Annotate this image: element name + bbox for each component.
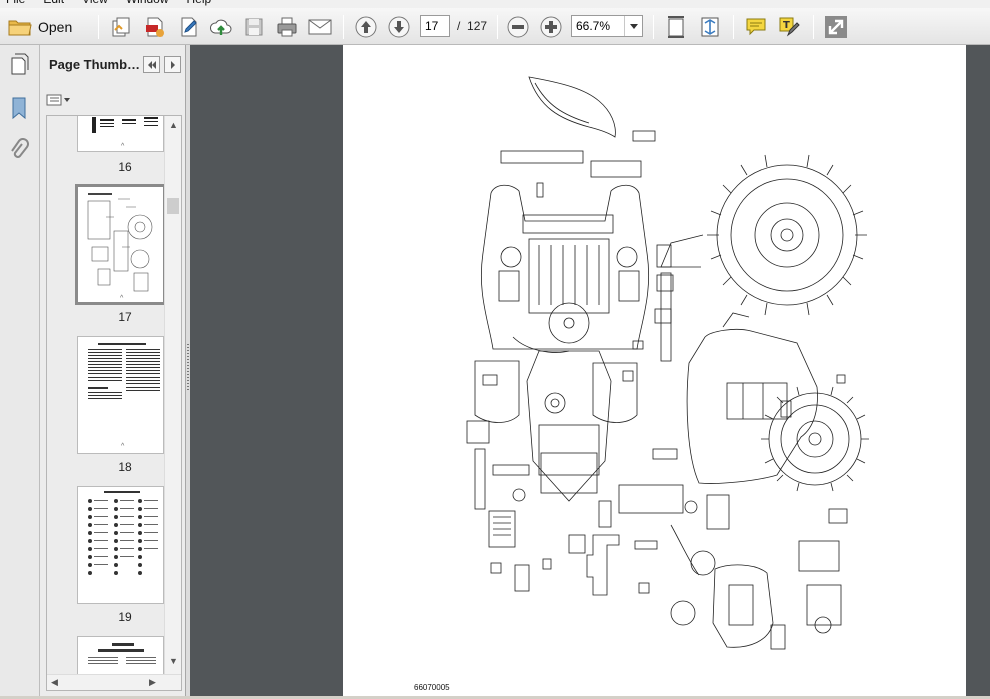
highlight-button[interactable]: T [775,13,803,41]
thumbnail-label: 19 [118,610,132,624]
chevron-right-icon[interactable]: ▶ [149,677,156,688]
navigation-rail [0,45,40,696]
chevron-down-icon[interactable]: ▼ [169,656,178,666]
chevron-up-icon: ^ [120,295,124,302]
toolbar-separator [343,15,344,39]
menubar: File Edit View Window Help [0,0,990,8]
tractor-decal-diagram [466,76,869,650]
options-list-icon [46,94,70,106]
zoom-in-button[interactable] [537,13,565,41]
panel-header: Page Thumbna... [40,45,186,85]
pages-icon [11,53,29,75]
fit-width-button[interactable] [662,13,690,41]
scrollbar-thumb[interactable] [167,198,179,214]
toolbar-separator [497,15,498,39]
zoom-input[interactable] [572,16,624,36]
thumbnail-page[interactable]: ^ [77,116,164,152]
zoom-select[interactable] [571,15,643,37]
email-button[interactable] [306,13,334,41]
menu-help[interactable]: Help [187,0,212,8]
save-button[interactable] [240,13,268,41]
thumbnail-page-selected[interactable]: ^ [75,184,166,305]
thumbnail-canvas: ^ 16 ^ 17 ^ 18 19 [47,116,166,680]
next-page-icon [388,16,410,38]
toolbar: Open / 127 [0,8,990,45]
toolbar-separator [98,15,99,39]
fit-page-button[interactable] [696,13,724,41]
menu-window[interactable]: Window [126,0,169,8]
prev-page-button[interactable] [352,13,380,41]
create-pdf-icon [112,17,130,37]
email-icon [308,19,332,35]
toolbar-separator [733,15,734,39]
menu-view[interactable]: View [82,0,108,8]
page-number-input[interactable] [420,15,450,37]
menu-edit[interactable]: Edit [43,0,64,8]
comment-icon [746,18,766,36]
cloud-upload-icon [209,19,232,35]
thumbnails-panel: Page Thumbna... ^ 16 ^ 17 [40,45,186,696]
comment-button[interactable] [742,13,770,41]
page-thumbnails-button[interactable] [6,51,32,77]
bookmarks-button[interactable] [6,95,32,121]
open-button[interactable]: Open [6,14,82,40]
chevron-down-icon[interactable] [624,16,642,36]
splitter-grip[interactable] [187,344,189,390]
figure-caption: 66070005 [414,683,450,692]
chevron-right-icon [170,60,175,69]
full-screen-button[interactable] [822,13,850,41]
thumbnail-page[interactable]: ^ [77,336,164,454]
pdf-file-icon [146,17,164,37]
edit-button[interactable] [175,13,203,41]
highlight-icon: T [779,17,800,37]
thumbnail-label: 17 [118,310,132,324]
thumbnail-label: 18 [118,460,132,474]
next-page-button[interactable] [385,13,413,41]
attachments-button[interactable] [6,137,32,163]
thumbnail-page[interactable] [77,486,164,604]
page-total-value: 127 [467,19,488,33]
open-label: Open [38,19,73,35]
thumbnail-list[interactable]: ^ 16 ^ 17 ^ 18 19 ▲ ▼ ◀ ▶ [46,115,182,691]
svg-text:T: T [783,20,790,31]
fit-width-icon [668,16,684,38]
save-icon [245,18,263,36]
chevron-up-icon: ^ [121,443,125,450]
expand-icon [825,16,847,38]
panel-title: Page Thumbna... [49,57,141,72]
thumbnail-vertical-scrollbar[interactable]: ▲ ▼ [164,116,181,676]
fit-page-icon [701,17,719,37]
thumbnail-label: 16 [118,160,132,174]
print-button[interactable] [273,13,301,41]
prev-page-icon [355,16,377,38]
double-chevron-left-icon [147,60,156,69]
zoom-out-button[interactable] [504,13,532,41]
document-view[interactable]: 66070005 [190,45,990,696]
paperclip-icon [11,138,29,158]
edit-icon [181,17,197,37]
collapse-panel-button[interactable] [143,56,160,73]
bookmark-icon [12,97,26,120]
zoom-out-icon [507,16,529,38]
print-icon [277,17,297,37]
menu-file[interactable]: File [6,0,25,8]
toolbar-separator [653,15,654,39]
pdf-tools-button[interactable] [141,13,169,41]
thumbnail-horizontal-scrollbar[interactable]: ◀ ▶ [47,674,181,690]
panel-menu-button[interactable] [164,56,181,73]
toolbar-separator [813,15,814,39]
pdf-page: 66070005 [343,45,966,696]
zoom-in-icon [540,16,562,38]
page-total: / 127 [457,19,488,33]
chevron-left-icon[interactable]: ◀ [51,677,58,688]
create-button[interactable] [107,13,135,41]
folder-icon [8,20,32,36]
chevron-up-icon[interactable]: ▲ [169,120,178,130]
upload-button[interactable] [207,13,235,41]
thumbnail-options-button[interactable] [46,92,72,108]
chevron-up-icon: ^ [121,143,125,150]
